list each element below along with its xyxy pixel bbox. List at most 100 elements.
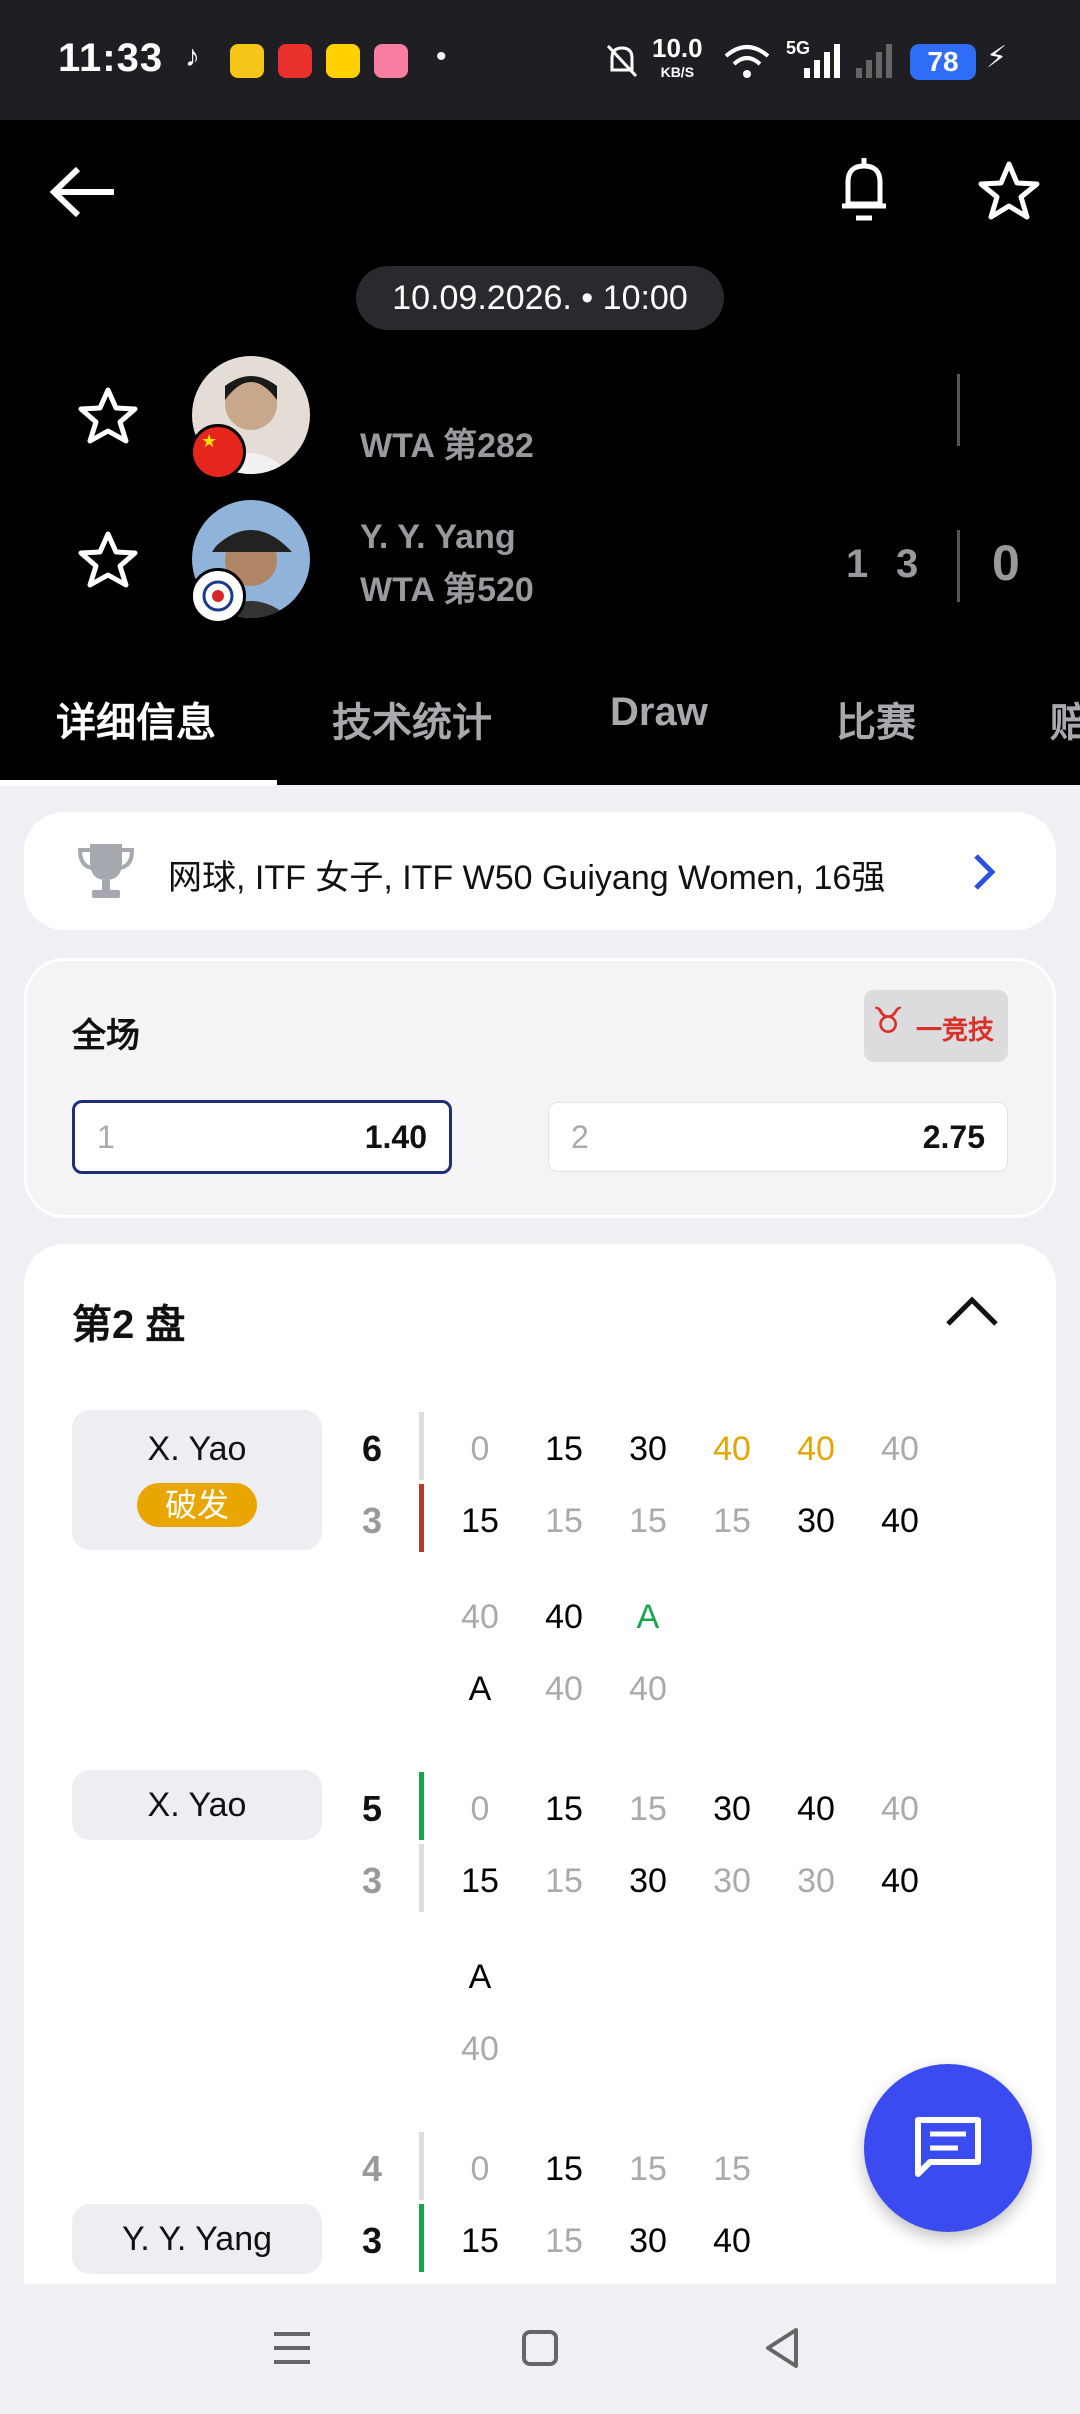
- player1-star-icon[interactable]: [78, 386, 138, 446]
- player2-sets-won: 0: [992, 535, 1020, 591]
- wifi-icon: [724, 45, 770, 78]
- player1-name: X. Yao: [360, 374, 462, 412]
- player2-star-icon[interactable]: [78, 530, 138, 590]
- net-speed-unit: KB/S: [660, 64, 695, 80]
- point: 40: [797, 1790, 835, 1828]
- player1-rank: WTA 第282: [360, 427, 534, 465]
- point: A: [468, 1958, 492, 1996]
- back-arrow-icon[interactable]: [50, 165, 118, 219]
- tab-statistics[interactable]: 技术统计: [332, 690, 492, 748]
- team-flag-icon: [190, 568, 246, 624]
- signal-2-icon: [856, 44, 892, 78]
- match-date: 10.09.2026. • 10:00: [356, 266, 724, 330]
- battery-level: 78: [910, 44, 976, 80]
- meituan-icon: [326, 44, 360, 78]
- odds-option-2-value: 2.75: [922, 1119, 985, 1155]
- point: 40: [881, 1430, 919, 1468]
- score-divider: [957, 530, 960, 602]
- server-name-box: X. Yao 破发: [72, 1410, 322, 1550]
- menu-icon[interactable]: [272, 2328, 312, 2368]
- point: 15: [545, 2150, 583, 2188]
- point: 40: [545, 1670, 583, 1708]
- point: 30: [629, 2222, 667, 2260]
- odds-option-1[interactable]: 1 1.40: [72, 1100, 452, 1174]
- player2-rank: WTA 第520: [360, 571, 534, 609]
- game-score-p1: 6: [361, 1428, 383, 1469]
- net-speed: 10.0: [652, 33, 703, 63]
- tab-draw[interactable]: Draw: [610, 690, 708, 735]
- point: 15: [713, 1502, 751, 1540]
- point: 0: [470, 1430, 490, 1468]
- point: 0: [470, 2150, 490, 2188]
- player1-sets-won: 2: [994, 381, 1022, 437]
- odds-option-2-label: 2: [571, 1119, 589, 1155]
- odds-option-2[interactable]: 2 2.75: [548, 1102, 1008, 1172]
- point: 40: [545, 1598, 583, 1636]
- point: 40: [713, 1430, 751, 1468]
- point: 15: [713, 2150, 751, 2188]
- point: 30: [797, 1502, 835, 1540]
- chevron-right-icon[interactable]: [970, 852, 998, 892]
- score-divider: [957, 374, 960, 446]
- odds-option-1-label: 1: [97, 1119, 115, 1155]
- point: 40: [881, 1502, 919, 1540]
- point: 40: [797, 1430, 835, 1468]
- game-score-p2: 3: [361, 2220, 383, 2261]
- point: 30: [629, 1430, 667, 1468]
- chat-button[interactable]: [864, 2064, 1032, 2232]
- bull-icon: ♉: [872, 1000, 905, 1041]
- point: 15: [629, 1502, 667, 1540]
- app-icon: [374, 44, 408, 78]
- bookmaker-logo[interactable]: ♉ 一竞技: [864, 990, 1008, 1062]
- point: 30: [797, 1862, 835, 1900]
- china-flag-icon: ★: [190, 424, 246, 480]
- server-name: Y. Y. Yang: [72, 2204, 322, 2274]
- player2-set1: 1: [846, 542, 869, 586]
- status-time: 11:33: [58, 36, 164, 80]
- point: 30: [629, 1862, 667, 1900]
- point: 15: [629, 2150, 667, 2188]
- break-badge: 破发: [137, 1483, 257, 1527]
- chevron-up-icon[interactable]: [944, 1294, 1000, 1330]
- player2-set2: 3: [896, 542, 919, 586]
- serve-indicator: [419, 2132, 424, 2200]
- mute-icon: [606, 44, 638, 78]
- signal-icon: [804, 44, 840, 78]
- bell-icon[interactable]: [838, 156, 890, 226]
- serve-indicator-active: [419, 1484, 424, 1552]
- odds-option-1-value: 1.40: [364, 1119, 427, 1155]
- back-icon[interactable]: [762, 2326, 802, 2370]
- tiktok-icon: ♪: [185, 40, 200, 73]
- favorite-star-icon[interactable]: [978, 160, 1040, 222]
- odds-title: 全场: [72, 1017, 140, 1055]
- point: 40: [713, 2222, 751, 2260]
- toutiao-icon: [278, 44, 312, 78]
- competition-text: 网球, ITF 女子, ITF W50 Guiyang Women, 16强: [168, 859, 886, 897]
- point: A: [468, 1670, 492, 1708]
- point: 15: [461, 1862, 499, 1900]
- player1-set1: 6: [846, 386, 869, 430]
- charging-icon: ⚡: [986, 41, 1008, 74]
- point: A: [636, 1598, 660, 1636]
- active-tab-indicator: [0, 780, 277, 786]
- player2-name: Y. Y. Yang: [360, 518, 516, 556]
- server-name: X. Yao: [147, 1430, 247, 1468]
- set-title: 第2 盘: [72, 1303, 186, 1347]
- tab-odds[interactable]: 赔: [1050, 690, 1080, 748]
- point: 15: [545, 1862, 583, 1900]
- tab-details[interactable]: 详细信息: [56, 690, 216, 748]
- trophy-icon: [77, 844, 135, 898]
- home-icon[interactable]: [520, 2328, 560, 2368]
- point: 15: [629, 1790, 667, 1828]
- bookmaker-name: 一竞技: [916, 1015, 995, 1045]
- point: 15: [545, 1502, 583, 1540]
- serve-indicator-active: [419, 1772, 424, 1840]
- player1-set2: 6: [896, 386, 919, 430]
- game-score-p1: 5: [361, 1788, 383, 1829]
- tab-matches[interactable]: 比赛: [836, 690, 916, 748]
- game-score-p1: 4: [361, 2148, 383, 2189]
- game-score-p2: 3: [361, 1860, 383, 1901]
- point: 40: [461, 2030, 499, 2068]
- point: 15: [545, 2222, 583, 2260]
- serve-indicator-active: [419, 2204, 424, 2272]
